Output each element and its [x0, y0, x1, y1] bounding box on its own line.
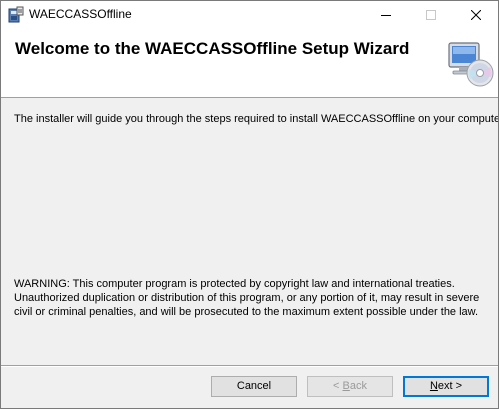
close-icon [470, 10, 481, 20]
wizard-title: Welcome to the WAECCASSOffline Setup Wiz… [15, 39, 410, 58]
back-button[interactable]: < Back [307, 376, 393, 397]
next-button-access-key: N [429, 380, 438, 392]
footer-divider [1, 365, 498, 367]
installer-app-icon [8, 6, 24, 23]
setup-wizard-window: WAECCASSOffline Welcome to the WAECCASSO… [0, 0, 499, 409]
close-button[interactable] [453, 1, 498, 29]
maximize-icon [425, 10, 436, 20]
back-button-access-key: B [342, 380, 350, 392]
back-button-prefix: < [333, 380, 343, 392]
cancel-button[interactable]: Cancel [211, 376, 297, 397]
wizard-header-panel: Welcome to the WAECCASSOffline Setup Wiz… [1, 29, 498, 98]
intro-text: The installer will guide you through the… [14, 113, 499, 125]
window-title: WAECCASSOffline [29, 7, 132, 21]
copyright-warning-text: WARNING: This computer program is protec… [14, 278, 480, 318]
next-button[interactable]: Next > [403, 376, 489, 397]
maximize-button[interactable] [408, 1, 453, 29]
computer-with-cd-icon [448, 42, 494, 87]
next-button-label: ext > [437, 380, 463, 392]
minimize-icon [380, 15, 391, 16]
title-bar[interactable]: WAECCASSOffline [1, 1, 498, 29]
back-button-label: ack [349, 380, 367, 392]
minimize-button[interactable] [363, 1, 408, 29]
